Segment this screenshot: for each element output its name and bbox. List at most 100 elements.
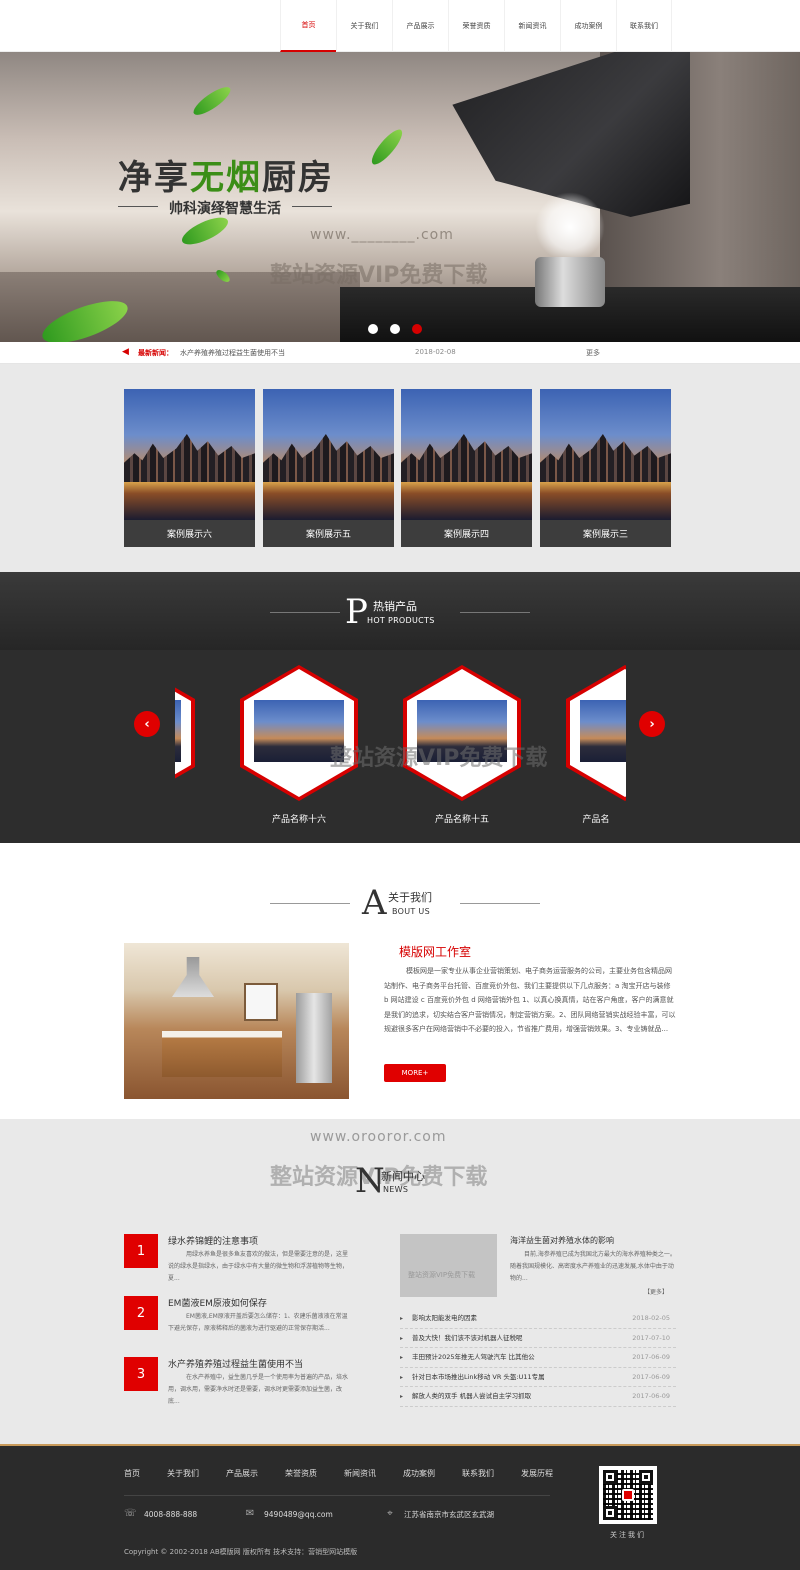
image-watermark: 整站资源VIP免费下载 <box>408 1271 476 1279</box>
heading-en: HOT PRODUCTS <box>367 616 435 625</box>
next-arrow-icon[interactable]: › <box>639 711 665 737</box>
nav-item-about[interactable]: 关于我们 <box>336 0 392 52</box>
site-footer: 首页 关于我们 产品展示 荣誉资质 新闻资讯 成功案例 联系我们 发展历程 ☏ 4… <box>0 1444 800 1570</box>
case-card[interactable]: 案例展示六 <box>124 389 255 547</box>
steam-image <box>535 192 605 262</box>
product-card[interactable] <box>403 665 521 801</box>
product-card-partial[interactable] <box>566 665 626 801</box>
slider-dot[interactable] <box>390 324 400 334</box>
product-card-partial[interactable] <box>175 665 195 801</box>
products-heading: P 热销产品 HOT PRODUCTS <box>345 592 455 632</box>
cases-section: 案例展示六 案例展示五 案例展示四 案例展示三 <box>0 364 800 572</box>
heading-cn: 新闻中心 <box>381 1170 425 1183</box>
footer-nav-link[interactable]: 关于我们 <box>167 1468 199 1479</box>
copyright: Copyright © 2002-2018 AB模版网 版权所有 技术支持：营销… <box>124 1548 358 1556</box>
site-header: 首页 关于我们 产品展示 荣誉资质 新闻资讯 成功案例 联系我们 <box>0 0 800 52</box>
case-image <box>263 389 394 520</box>
product-label[interactable]: 产品名 <box>566 812 626 825</box>
case-card[interactable]: 案例展示五 <box>263 389 394 547</box>
footer-nav-link[interactable]: 发展历程 <box>521 1468 553 1479</box>
watermark-url: www.________.com <box>310 227 454 243</box>
news-item-desc: 用绿水养鱼是很多鱼友喜欢的做法，但是需要注意的是，这里说的绿水是指绿水，由于绿水… <box>168 1251 349 1282</box>
news-item-title[interactable]: 水产养殖养殖过程益生菌使用不当 <box>168 1357 303 1370</box>
case-label[interactable]: 案例展示六 <box>124 520 255 547</box>
news-number-badge: 2 <box>124 1296 158 1330</box>
nav-item-honors[interactable]: 荣誉资质 <box>448 0 504 52</box>
about-more-button[interactable]: MORE+ <box>384 1064 446 1082</box>
qr-code <box>599 1466 657 1524</box>
news-list-item[interactable]: ▸ 丰田预计2025年推无人驾驶汽车 比其他公 2017-06-09 <box>400 1348 676 1368</box>
divider <box>460 612 530 613</box>
speaker-icon: ◀ <box>122 347 129 357</box>
nav-item-products[interactable]: 产品展示 <box>392 0 448 52</box>
product-label[interactable]: 产品名称十六 <box>240 812 358 825</box>
qr-label: 关注我们 <box>610 1531 646 1539</box>
bullet-icon: ▸ <box>400 1393 404 1400</box>
footer-phone: ☏ 4008-888-888 <box>124 1508 198 1519</box>
footer-nav-link[interactable]: 新闻资讯 <box>344 1468 376 1479</box>
heading-letter: A <box>362 883 387 923</box>
ticker-label: 最新新闻： <box>138 349 173 357</box>
bullet-icon: ▸ <box>400 1315 404 1322</box>
mail-icon: ✉ <box>245 1508 255 1519</box>
slider-dots <box>368 324 422 334</box>
news-item-title[interactable]: 绿水养锦鲤的注意事项 <box>168 1234 258 1247</box>
leaf-decoration <box>189 82 235 120</box>
footer-nav-link[interactable]: 首页 <box>124 1468 140 1479</box>
watermark-url: www.orooror.com <box>310 1129 447 1145</box>
heading-cn: 关于我们 <box>388 891 432 904</box>
news-ticker: ◀ 最新新闻： 水产养殖养殖过程益生菌使用不当 2018-02-08 更多 <box>0 342 800 364</box>
product-label[interactable]: 产品名称十五 <box>403 812 521 825</box>
case-image <box>540 389 671 520</box>
featured-news-image[interactable]: 整站资源VIP免费下载 <box>400 1234 497 1297</box>
footer-divider <box>124 1495 550 1496</box>
product-card[interactable] <box>240 665 358 801</box>
bullet-icon: ▸ <box>400 1373 404 1381</box>
ticker-headline[interactable]: 水产养殖养殖过程益生菌使用不当 <box>180 348 285 358</box>
news-number-badge: 1 <box>124 1234 158 1268</box>
about-title: 模版网工作室 <box>399 945 472 959</box>
case-label[interactable]: 案例展示三 <box>540 520 671 547</box>
featured-news-desc: 目前,海参养殖已成为我国北方最大的海水养殖种类之一。随着我国规模化、高密度水产养… <box>510 1251 676 1282</box>
phone-icon: ☏ <box>124 1508 137 1519</box>
nav-item-cases[interactable]: 成功案例 <box>560 0 616 52</box>
news-number-badge: 3 <box>124 1357 158 1391</box>
footer-nav-link[interactable]: 产品展示 <box>226 1468 258 1479</box>
ticker-date: 2018-02-08 <box>415 348 456 356</box>
news-list-item[interactable]: ▸ 普及大快！我们该不该对机器人征税呢 2017-07-10 <box>400 1329 676 1348</box>
watermark-text: 整站资源VIP免费下载 <box>270 263 488 288</box>
prev-arrow-icon[interactable]: ‹ <box>134 711 160 737</box>
footer-address: ⌖ 江苏省南京市玄武区玄武湖 <box>384 1508 494 1520</box>
featured-news-title[interactable]: 海洋益生菌对养殖水体的影响 <box>510 1235 614 1246</box>
case-card[interactable]: 案例展示四 <box>401 389 532 547</box>
ticker-more-link[interactable]: 更多 <box>586 348 600 358</box>
main-nav: 首页 关于我们 产品展示 荣誉资质 新闻资讯 成功案例 联系我们 <box>280 0 672 52</box>
heading-cn: 热销产品 <box>373 600 417 613</box>
location-icon: ⌖ <box>387 1508 393 1519</box>
about-heading: A 关于我们 BOUT US <box>362 883 452 923</box>
nav-item-contact[interactable]: 联系我们 <box>616 0 672 52</box>
news-list-item[interactable]: ▸ 针对日本市场推出Link移动 VR 头盔:U11专属 2017-06-09 <box>400 1368 676 1387</box>
case-image <box>124 389 255 520</box>
site-logo[interactable] <box>98 6 186 46</box>
featured-news-more-link[interactable]: 【更多】 <box>644 1287 668 1296</box>
case-label[interactable]: 案例展示四 <box>401 520 532 547</box>
slider-dot-active[interactable] <box>412 324 422 334</box>
footer-nav-link[interactable]: 成功案例 <box>403 1468 435 1479</box>
banner-title: 净享无烟厨房 <box>118 158 334 198</box>
news-heading: N 新闻中心 NEWS <box>355 1161 445 1201</box>
nav-item-news[interactable]: 新闻资讯 <box>504 0 560 52</box>
slider-dot[interactable] <box>368 324 378 334</box>
case-label[interactable]: 案例展示五 <box>263 520 394 547</box>
watermark-text: 整站资源VIP免费下载 <box>330 746 548 771</box>
about-text: 模板网是一家专业从事企业营销策划、电子商务运营服务的公司，主要业务包含精品网站制… <box>384 967 676 1033</box>
footer-nav-link[interactable]: 联系我们 <box>462 1468 494 1479</box>
case-card[interactable]: 案例展示三 <box>540 389 671 547</box>
news-list-item[interactable]: ▸ 影响太阳能发电的因素 2018-02-05 <box>400 1309 676 1329</box>
news-item-title[interactable]: EM菌液EM原液如何保存 <box>168 1296 267 1309</box>
nav-item-home[interactable]: 首页 <box>280 0 336 52</box>
hero-banner[interactable]: 净享无烟厨房 帅科演绎智慧生活 www.________.com 整站资源VIP… <box>0 52 800 342</box>
news-list: ▸ 影响太阳能发电的因素 2018-02-05 ▸ 普及大快！我们该不该对机器人征税呢… <box>400 1309 676 1407</box>
footer-nav-link[interactable]: 荣誉资质 <box>285 1468 317 1479</box>
news-list-item[interactable]: ▸ 解放人类的双手 机器人尝试自主学习抓取 2017-06-09 <box>400 1387 676 1407</box>
